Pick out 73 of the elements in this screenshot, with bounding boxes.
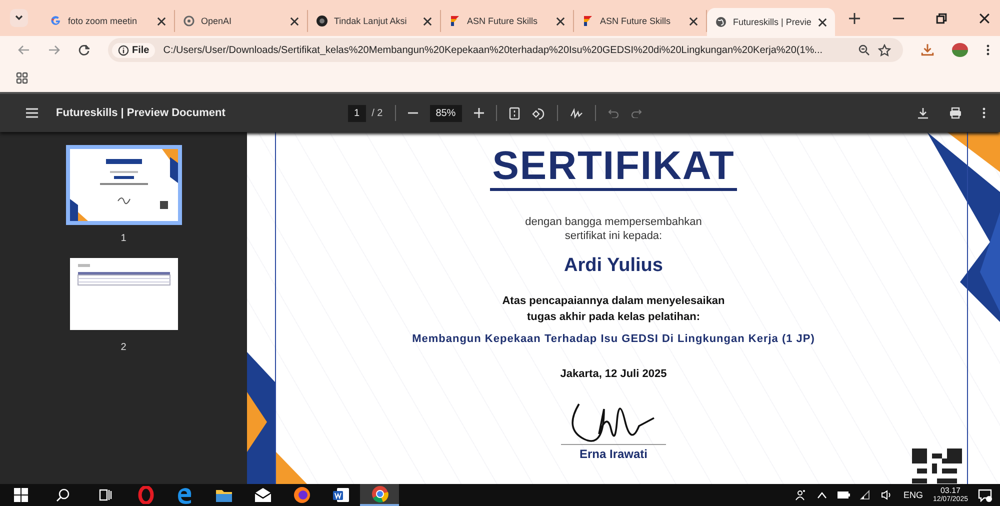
print-icon[interactable] (949, 107, 962, 119)
signer-name: Erna Irawati (561, 444, 666, 461)
zoom-in-icon[interactable] (474, 108, 484, 118)
notification-icon[interactable] (978, 488, 992, 502)
tab-list-icon[interactable] (10, 9, 28, 27)
star-icon[interactable] (878, 44, 891, 56)
intro-text: sertifikat ini kepada: (564, 229, 662, 243)
site-info-chip[interactable]: File (112, 42, 156, 58)
forward-arrow-icon[interactable] (48, 44, 60, 56)
url-text: C:/Users/User/Downloads/Sertifikat_kelas%20Membangun%20Kepekaan%20terhadap%20Isu%20GEDSI%20di%20Lingkungan%20Kerja%20(1%... (163, 44, 824, 56)
envelope-icon (254, 486, 272, 504)
search-icon[interactable] (56, 488, 70, 502)
profile-avatar[interactable] (952, 43, 968, 57)
document-title: Futureskills | Preview Document (56, 107, 226, 119)
page-number-field[interactable]: 1 (348, 104, 366, 122)
close-icon[interactable] (818, 18, 827, 26)
intro-text: dengan bangga mempersembahkan (525, 215, 702, 229)
ring-logo-icon (136, 486, 154, 504)
more-menu-icon[interactable] (986, 44, 990, 56)
redo-icon[interactable] (630, 108, 642, 118)
undo-icon[interactable] (608, 108, 619, 118)
back-arrow-icon[interactable] (18, 44, 30, 56)
clock-time[interactable]: 03.17 (940, 486, 960, 495)
flag-logo-icon (582, 15, 594, 27)
windows-start-icon[interactable] (14, 488, 28, 502)
apps-grid-icon[interactable] (16, 72, 28, 84)
restore-icon[interactable] (936, 13, 947, 24)
round-logo-icon (370, 485, 388, 503)
w-document-icon (332, 486, 350, 504)
zoom-icon[interactable] (858, 44, 870, 56)
download-icon[interactable] (917, 107, 929, 119)
certificate-title: SERTIFIKAT (490, 146, 737, 191)
browser-tab[interactable]: foto zoom meetin (42, 10, 175, 32)
fit-page-icon[interactable] (508, 106, 520, 120)
close-icon[interactable] (290, 16, 299, 26)
menu-icon[interactable] (26, 108, 38, 118)
zoom-field[interactable]: 85% (430, 104, 462, 122)
address-field[interactable]: File C:/Users/User/Downloads/Sertifikat_kelas%20Membangun%20Kepekaan%20terhadap%20Isu%20GEDSI%20di%20Lingkungan%20Kerja%20(1%... (108, 38, 903, 62)
info-icon (118, 44, 129, 56)
flag-logo-icon (449, 15, 461, 27)
rotate-icon[interactable] (532, 106, 545, 120)
language-indicator[interactable]: ENG (903, 490, 923, 500)
close-icon[interactable] (979, 13, 990, 24)
page-thumbnail[interactable] (66, 145, 182, 225)
wifi-icon[interactable] (860, 490, 872, 500)
place-date: Jakarta, 12 Juli 2025 (560, 367, 667, 382)
recipient-name: Ardi Yulius (564, 255, 663, 277)
page-number-label: 2 (120, 342, 126, 353)
close-icon[interactable] (157, 16, 166, 26)
caret-up-icon[interactable] (817, 491, 828, 499)
new-tab-icon[interactable] (849, 13, 860, 24)
achievement-text: Atas pencapaiannya dalam menyelesaikan (502, 294, 725, 309)
google-g-icon (50, 15, 62, 27)
battery-icon[interactable] (837, 491, 850, 499)
e-logo-icon (176, 486, 194, 504)
close-icon[interactable] (689, 16, 698, 26)
achievement-text: tugas akhir pada kelas pelatihan: (526, 310, 700, 325)
people-icon[interactable] (795, 489, 808, 501)
browser-tab[interactable]: OpenAI (175, 10, 308, 32)
browser-tab[interactable]: ASN Future Skills (441, 10, 574, 32)
reload-icon[interactable] (78, 44, 90, 56)
course-title: Membangun Kepekaan Terhadap Isu GEDSI Di Lingkungan Kerja (1 JP) (412, 333, 815, 345)
task-view-icon[interactable] (98, 488, 112, 502)
page-total: / 2 (372, 108, 383, 118)
close-icon[interactable] (556, 16, 565, 26)
dark-circle-icon (316, 15, 328, 27)
browser-tab[interactable]: Tindak Lanjut Aksi (308, 10, 441, 32)
draw-icon[interactable] (570, 108, 583, 118)
page-number-label: 1 (120, 233, 126, 244)
taskbar-app[interactable] (360, 484, 399, 506)
browser-tab[interactable]: Futureskills | Previe (707, 8, 835, 36)
close-icon[interactable] (423, 16, 432, 26)
more-menu-icon[interactable] (982, 107, 986, 119)
